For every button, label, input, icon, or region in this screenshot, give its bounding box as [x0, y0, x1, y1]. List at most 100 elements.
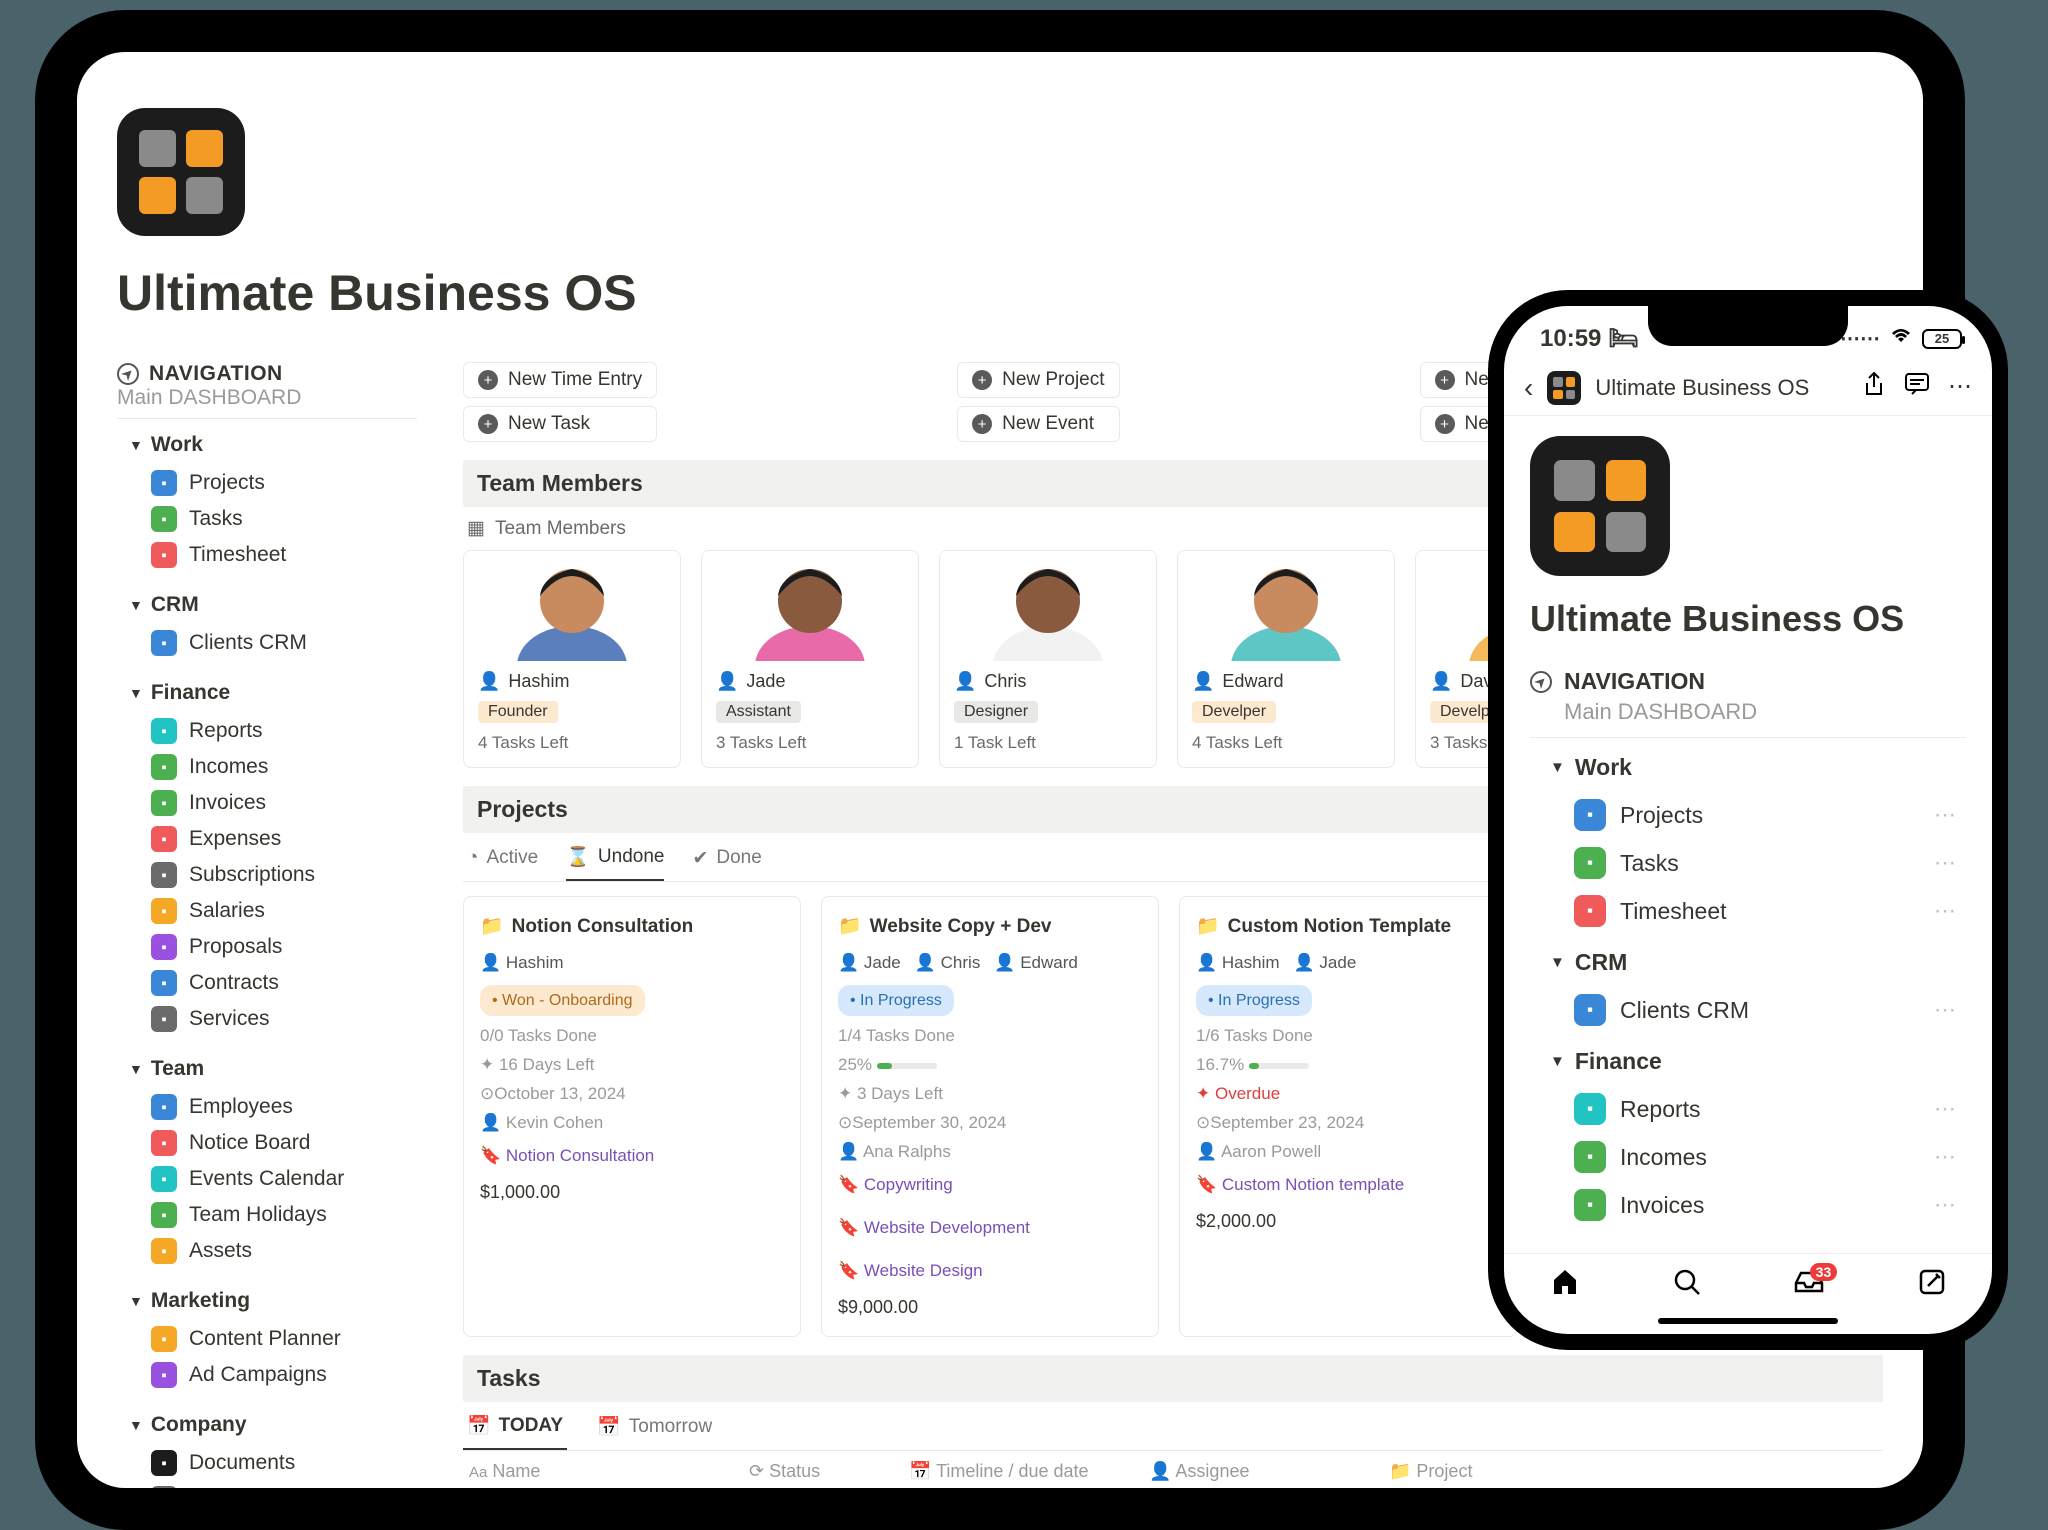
nav-group-finance[interactable]: ▼Finance: [129, 681, 417, 705]
share-icon[interactable]: [1862, 372, 1886, 405]
ph-item-label: Incomes: [1620, 1144, 1707, 1171]
sidebar-item-notes & resources[interactable]: ▪Notes & Resources: [117, 1481, 417, 1488]
team-card-jade[interactable]: 👤Jade Assistant 3 Tasks Left: [701, 550, 919, 768]
more-icon[interactable]: ⋯: [1934, 898, 1956, 924]
more-icon[interactable]: ⋯: [1934, 1096, 1956, 1122]
quick-new task[interactable]: +New Task: [463, 406, 657, 442]
nav-group-company[interactable]: ▼Company: [129, 1413, 417, 1437]
ph-item-invoices[interactable]: ▪Invoices⋯: [1530, 1181, 1966, 1229]
nav-item-icon: ▪: [151, 542, 177, 568]
nav-group-crm[interactable]: ▼CRM: [129, 593, 417, 617]
back-button[interactable]: ‹: [1524, 372, 1533, 404]
sidebar-item-content planner[interactable]: ▪Content Planner: [117, 1321, 417, 1357]
more-icon[interactable]: ⋯: [1948, 372, 1972, 405]
sidebar-item-expenses[interactable]: ▪Expenses: [117, 821, 417, 857]
sidebar-item-invoices[interactable]: ▪Invoices: [117, 785, 417, 821]
sidebar-item-tasks[interactable]: ▪Tasks: [117, 501, 417, 537]
status-pill: • In Progress: [1196, 985, 1312, 1016]
more-icon[interactable]: ⋯: [1934, 997, 1956, 1023]
sidebar-item-employees[interactable]: ▪Employees: [117, 1089, 417, 1125]
app-icon: [117, 108, 245, 236]
team-card-hashim[interactable]: 👤Hashim Founder 4 Tasks Left: [463, 550, 681, 768]
ph-item-tasks[interactable]: ▪Tasks⋯: [1530, 839, 1966, 887]
ph-item-reports[interactable]: ▪Reports⋯: [1530, 1085, 1966, 1133]
project-card[interactable]: 📁Notion Consultation 👤 Hashim • Won - On…: [463, 896, 801, 1337]
sidebar-item-notice board[interactable]: ▪Notice Board: [117, 1125, 417, 1161]
ph-item-incomes[interactable]: ▪Incomes⋯: [1530, 1133, 1966, 1181]
tasks-done: 1/6 Tasks Done: [1196, 1022, 1500, 1051]
task-tab-tomorrow[interactable]: 📅Tomorrow: [593, 1404, 716, 1450]
nav-heading-text: NAVIGATION: [149, 362, 283, 386]
sidebar-item-proposals[interactable]: ▪Proposals: [117, 929, 417, 965]
project-client: 👤 Aaron Powell: [1196, 1138, 1500, 1167]
nav-group-marketing[interactable]: ▼Marketing: [129, 1289, 417, 1313]
team-name: Jade: [746, 671, 785, 692]
task-table-header: Aa Name ⟳ Status 📅 Timeline / due date 👤…: [463, 1451, 1883, 1488]
phone-title: Ultimate Business OS: [1530, 598, 1966, 640]
nav-item-icon: ▪: [151, 1166, 177, 1192]
quick-new project[interactable]: +New Project: [957, 362, 1119, 398]
calendar-icon: 📅: [467, 1414, 491, 1438]
more-icon[interactable]: ⋯: [1934, 1144, 1956, 1170]
nav-group-label: Marketing: [151, 1289, 250, 1313]
sidebar-item-incomes[interactable]: ▪Incomes: [117, 749, 417, 785]
days-left: ✦ 16 Days Left: [480, 1051, 784, 1080]
sidebar-item-documents[interactable]: ▪Documents: [117, 1445, 417, 1481]
project-tab-done[interactable]: ✔Done: [692, 835, 761, 881]
nav-item-icon: ▪: [151, 630, 177, 656]
person-chip: 👤 Chris: [915, 949, 981, 978]
team-card-chris[interactable]: 👤Chris Designer 1 Task Left: [939, 550, 1157, 768]
nav-item-icon: ▪: [151, 862, 177, 888]
tag-chip: 🔖 Custom Notion template: [1196, 1171, 1404, 1200]
nav-item-icon: ▪: [151, 1006, 177, 1032]
sidebar-item-events calendar[interactable]: ▪Events Calendar: [117, 1161, 417, 1197]
project-card[interactable]: 📁Custom Notion Template 👤 Hashim👤 Jade •…: [1179, 896, 1517, 1337]
team-card-edward[interactable]: 👤Edward Develper 4 Tasks Left: [1177, 550, 1395, 768]
sidebar-item-ad campaigns[interactable]: ▪Ad Campaigns: [117, 1357, 417, 1393]
nav-group-work[interactable]: ▼Work: [129, 433, 417, 457]
ph-group-crm[interactable]: ▼CRM: [1550, 949, 1966, 976]
ph-item-timesheet[interactable]: ▪Timesheet⋯: [1530, 887, 1966, 935]
sidebar-item-timesheet[interactable]: ▪Timesheet: [117, 537, 417, 573]
sidebar-item-contracts[interactable]: ▪Contracts: [117, 965, 417, 1001]
sidebar-item-salaries[interactable]: ▪Salaries: [117, 893, 417, 929]
tasks-left: 4 Tasks Left: [478, 733, 666, 753]
ph-item-icon: ▪: [1574, 799, 1606, 831]
nav-group-team[interactable]: ▼Team: [129, 1057, 417, 1081]
ph-item-label: Tasks: [1620, 850, 1679, 877]
quick-new time entry[interactable]: +New Time Entry: [463, 362, 657, 398]
project-tab-undone[interactable]: ⌛Undone: [566, 835, 664, 881]
sidebar-item-subscriptions[interactable]: ▪Subscriptions: [117, 857, 417, 893]
project-card[interactable]: 📁Website Copy + Dev 👤 Jade👤 Chris👤 Edwar…: [821, 896, 1159, 1337]
sidebar-item-reports[interactable]: ▪Reports: [117, 713, 417, 749]
tab-search[interactable]: [1673, 1268, 1701, 1304]
project-tab-active[interactable]: ◔Active: [467, 835, 538, 881]
more-icon[interactable]: ⋯: [1934, 850, 1956, 876]
tab-home[interactable]: [1550, 1268, 1580, 1304]
more-icon[interactable]: ⋯: [1934, 1192, 1956, 1218]
project-client: 👤 Ana Ralphs: [838, 1138, 1142, 1167]
more-icon[interactable]: ⋯: [1934, 802, 1956, 828]
caret-down-icon: ▼: [1550, 954, 1565, 971]
tab-inbox[interactable]: 33: [1793, 1269, 1825, 1303]
nav-item-icon: ▪: [151, 1130, 177, 1156]
sidebar-item-assets[interactable]: ▪Assets: [117, 1233, 417, 1269]
comment-icon[interactable]: [1904, 372, 1930, 405]
ph-item-projects[interactable]: ▪Projects⋯: [1530, 791, 1966, 839]
sidebar-item-clients crm[interactable]: ▪Clients CRM: [117, 625, 417, 661]
ph-group-work[interactable]: ▼Work: [1550, 754, 1966, 781]
nav-item-label: Contracts: [189, 971, 279, 995]
tab-compose[interactable]: [1918, 1268, 1946, 1304]
sidebar-item-projects[interactable]: ▪Projects: [117, 465, 417, 501]
ph-group-finance[interactable]: ▼Finance: [1550, 1048, 1966, 1075]
overdue: ✦ Overdue: [1196, 1080, 1500, 1109]
days-left: ✦ 3 Days Left: [838, 1080, 1142, 1109]
sidebar-item-services[interactable]: ▪Services: [117, 1001, 417, 1037]
ph-item-clients crm[interactable]: ▪Clients CRM⋯: [1530, 986, 1966, 1034]
folder-icon: 📁: [480, 911, 504, 943]
role-tag: Develper: [1192, 701, 1276, 723]
battery-icon: 25: [1922, 329, 1962, 349]
quick-new event[interactable]: +New Event: [957, 406, 1119, 442]
sidebar-item-team holidays[interactable]: ▪Team Holidays: [117, 1197, 417, 1233]
task-tab-today[interactable]: 📅TODAY: [463, 1404, 567, 1450]
